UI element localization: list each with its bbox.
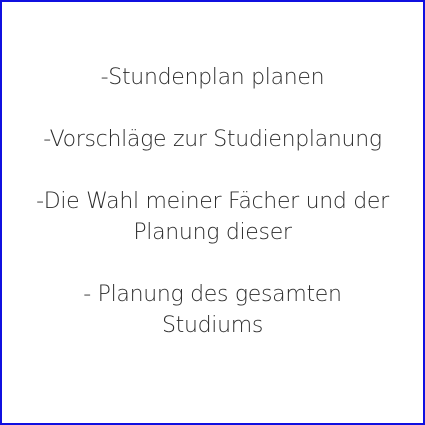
bullet-list: -Stundenplan planen -Vorschläge zur Stud… — [4, 62, 421, 372]
card-frame: -Stundenplan planen -Vorschläge zur Stud… — [0, 0, 425, 425]
list-item-line: -Vorschläge zur Studienplanung — [43, 127, 382, 152]
list-item: - Planung des gesamten Studiums — [4, 279, 421, 341]
list-item-line: -Stundenplan planen — [100, 65, 325, 90]
list-item: -Stundenplan planen — [4, 62, 421, 93]
list-item-line: Planung dieser — [133, 220, 292, 245]
list-item-line: -Die Wahl meiner Fächer und der — [36, 189, 389, 214]
list-item-line: - Planung des gesamten — [83, 282, 342, 307]
list-item: -Die Wahl meiner Fächer und der Planung … — [4, 186, 421, 248]
list-item: -Vorschläge zur Studienplanung — [4, 124, 421, 155]
list-item-line: Studiums — [161, 313, 264, 338]
